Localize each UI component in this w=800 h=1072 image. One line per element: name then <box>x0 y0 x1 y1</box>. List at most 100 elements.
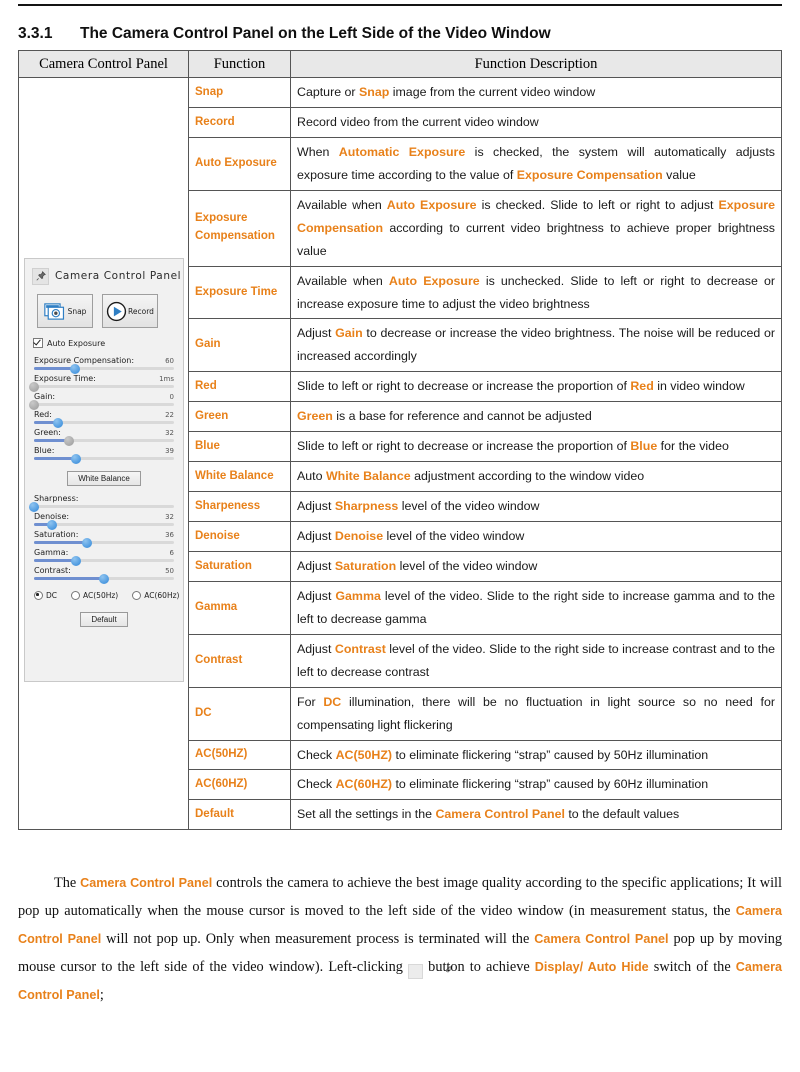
function-description-cell: Check AC(50HZ) to eliminate flickering “… <box>290 739 782 771</box>
slider-track[interactable] <box>34 519 174 530</box>
section-title: The Camera Control Panel on the Left Sid… <box>80 25 551 42</box>
slider-track[interactable] <box>29 501 174 512</box>
slider-exposure[interactable]: Green: 32 <box>34 428 174 446</box>
highlighted-term: Contrast <box>334 641 386 656</box>
slider-knob[interactable] <box>69 363 80 374</box>
slider-knob[interactable] <box>71 453 81 464</box>
slider-header: Exposure Compensation: 60 <box>34 356 174 365</box>
text-run: ; <box>99 986 104 1003</box>
slider-knob[interactable] <box>52 417 63 428</box>
slider-fill <box>34 457 76 460</box>
slider-fill <box>34 541 88 544</box>
text-run: to eliminate flickering “strap” caused b… <box>392 747 709 762</box>
slider-track[interactable] <box>34 453 174 464</box>
slider-exposure[interactable]: Blue: 39 <box>34 446 174 464</box>
record-button[interactable]: Record <box>102 294 158 328</box>
slider-exposure[interactable]: Exposure Compensation: 60 <box>34 356 174 374</box>
slider-value: 32 <box>165 513 174 521</box>
slider-image[interactable]: Denoise: 32 <box>34 512 174 530</box>
slider-track[interactable] <box>34 555 174 566</box>
slider-track[interactable] <box>29 399 174 410</box>
slider-track[interactable] <box>34 363 174 374</box>
text-run: image from the current video window <box>389 85 596 99</box>
col-header-function: Function <box>188 50 291 78</box>
slider-label: Exposure Time: <box>34 374 96 383</box>
highlighted-term: DC <box>323 694 342 709</box>
slider-header: Blue: 39 <box>34 446 174 455</box>
text-run: button to achieve <box>423 958 535 975</box>
text-run: Check <box>297 747 336 762</box>
highlighted-term: Gain <box>335 326 363 341</box>
slider-knob[interactable] <box>29 501 39 512</box>
pushpin-icon[interactable] <box>32 267 49 285</box>
function-description-cell: Adjust Denoise level of the video window <box>290 521 782 552</box>
function-name-cell: Default <box>188 799 291 831</box>
radio-dot-icon[interactable] <box>71 591 81 600</box>
camera-control-panel[interactable]: Camera Control Panel Snap Record Auto Ex… <box>24 258 184 682</box>
slider-image[interactable]: Contrast: 50 <box>34 566 174 584</box>
slider-image[interactable]: Gamma: 6 <box>34 548 174 566</box>
text-run: Slide to left or right to decrease or in… <box>297 379 631 394</box>
highlighted-term: AC(60HZ) <box>335 777 393 792</box>
text-run: Available when <box>297 197 387 212</box>
text-run: Adjust <box>297 326 336 341</box>
slider-knob[interactable] <box>47 519 58 530</box>
auto-exposure-checkbox[interactable]: Auto Exposure <box>33 338 183 348</box>
text-run: The <box>54 875 81 892</box>
highlighted-term: AC(50HZ) <box>335 747 393 762</box>
slider-track[interactable] <box>34 573 174 584</box>
slider-knob[interactable] <box>64 435 74 446</box>
slider-value: 6 <box>169 549 174 557</box>
slider-track[interactable] <box>34 537 174 548</box>
record-button-label: Record <box>128 306 154 316</box>
slider-knob[interactable] <box>99 573 109 584</box>
function-description-cell: Adjust Sharpness level of the video wind… <box>290 491 782 522</box>
slider-knob[interactable] <box>82 537 93 548</box>
slider-exposure[interactable]: Gain: 0 <box>29 392 174 410</box>
function-description-cell: When Automatic Exposure is checked, the … <box>290 136 782 191</box>
image-slider-group: Sharpness: Denoise: 32 Saturation: 36 Gamma: 6… <box>29 494 174 584</box>
slider-track[interactable] <box>29 381 174 392</box>
function-description-cell: Available when Auto Exposure is checked.… <box>290 189 782 267</box>
function-description-cell: Adjust Gain to decrease or increase the … <box>290 318 782 373</box>
slider-image[interactable]: Sharpness: <box>29 494 174 512</box>
document-page: 3.3.1 The Camera Control Panel on the Lef… <box>0 0 800 1072</box>
slider-exposure[interactable]: Exposure Time: 1ms <box>29 374 174 392</box>
section-number: 3.3.1 <box>18 25 53 42</box>
radio-label: AC(50Hz) <box>83 591 119 600</box>
radio-ac50hz[interactable]: AC(50Hz) <box>71 591 118 600</box>
slider-value: 0 <box>169 393 174 401</box>
text-run: switch of the <box>648 958 736 975</box>
radio-dot-icon[interactable] <box>132 591 142 600</box>
record-play-icon <box>106 301 127 322</box>
slider-knob[interactable] <box>29 399 39 410</box>
slider-label: Green: <box>34 428 61 437</box>
slider-value: 32 <box>165 429 174 437</box>
function-name-cell: Blue <box>188 431 291 463</box>
white-balance-button[interactable]: White Balance <box>67 471 141 486</box>
text-run: Auto <box>297 469 326 484</box>
radio-dot-icon[interactable] <box>34 591 43 600</box>
function-name-cell: AC(60HZ) <box>188 769 291 801</box>
slider-knob[interactable] <box>71 555 81 566</box>
radio-ac60hz[interactable]: AC(60Hz) <box>132 591 179 600</box>
text-run: Set all the settings in the <box>297 807 436 822</box>
slider-image[interactable]: Saturation: 36 <box>34 530 174 548</box>
checkbox-icon[interactable] <box>33 338 43 348</box>
snap-button[interactable]: Snap <box>37 294 93 328</box>
slider-track[interactable] <box>34 435 174 446</box>
slider-value: 36 <box>165 531 174 539</box>
text-run: Adjust <box>297 558 335 573</box>
slider-label: Gamma: <box>34 548 69 557</box>
default-button[interactable]: Default <box>80 612 128 627</box>
col-header-description: Function Description <box>290 50 782 78</box>
function-description-cell: Slide to left or right to decrease or in… <box>290 431 782 463</box>
slider-knob[interactable] <box>29 381 39 392</box>
slider-track[interactable] <box>34 417 174 428</box>
radio-dc[interactable]: DC <box>34 591 57 600</box>
text-run: is checked. Slide to left or right to ad… <box>476 197 719 212</box>
page-title: 3.3.1 The Camera Control Panel on the Lef… <box>18 25 782 43</box>
slider-exposure[interactable]: Red: 22 <box>34 410 174 428</box>
function-name-cell: Saturation <box>188 550 291 582</box>
slider-header: Exposure Time: 1ms <box>34 374 174 383</box>
